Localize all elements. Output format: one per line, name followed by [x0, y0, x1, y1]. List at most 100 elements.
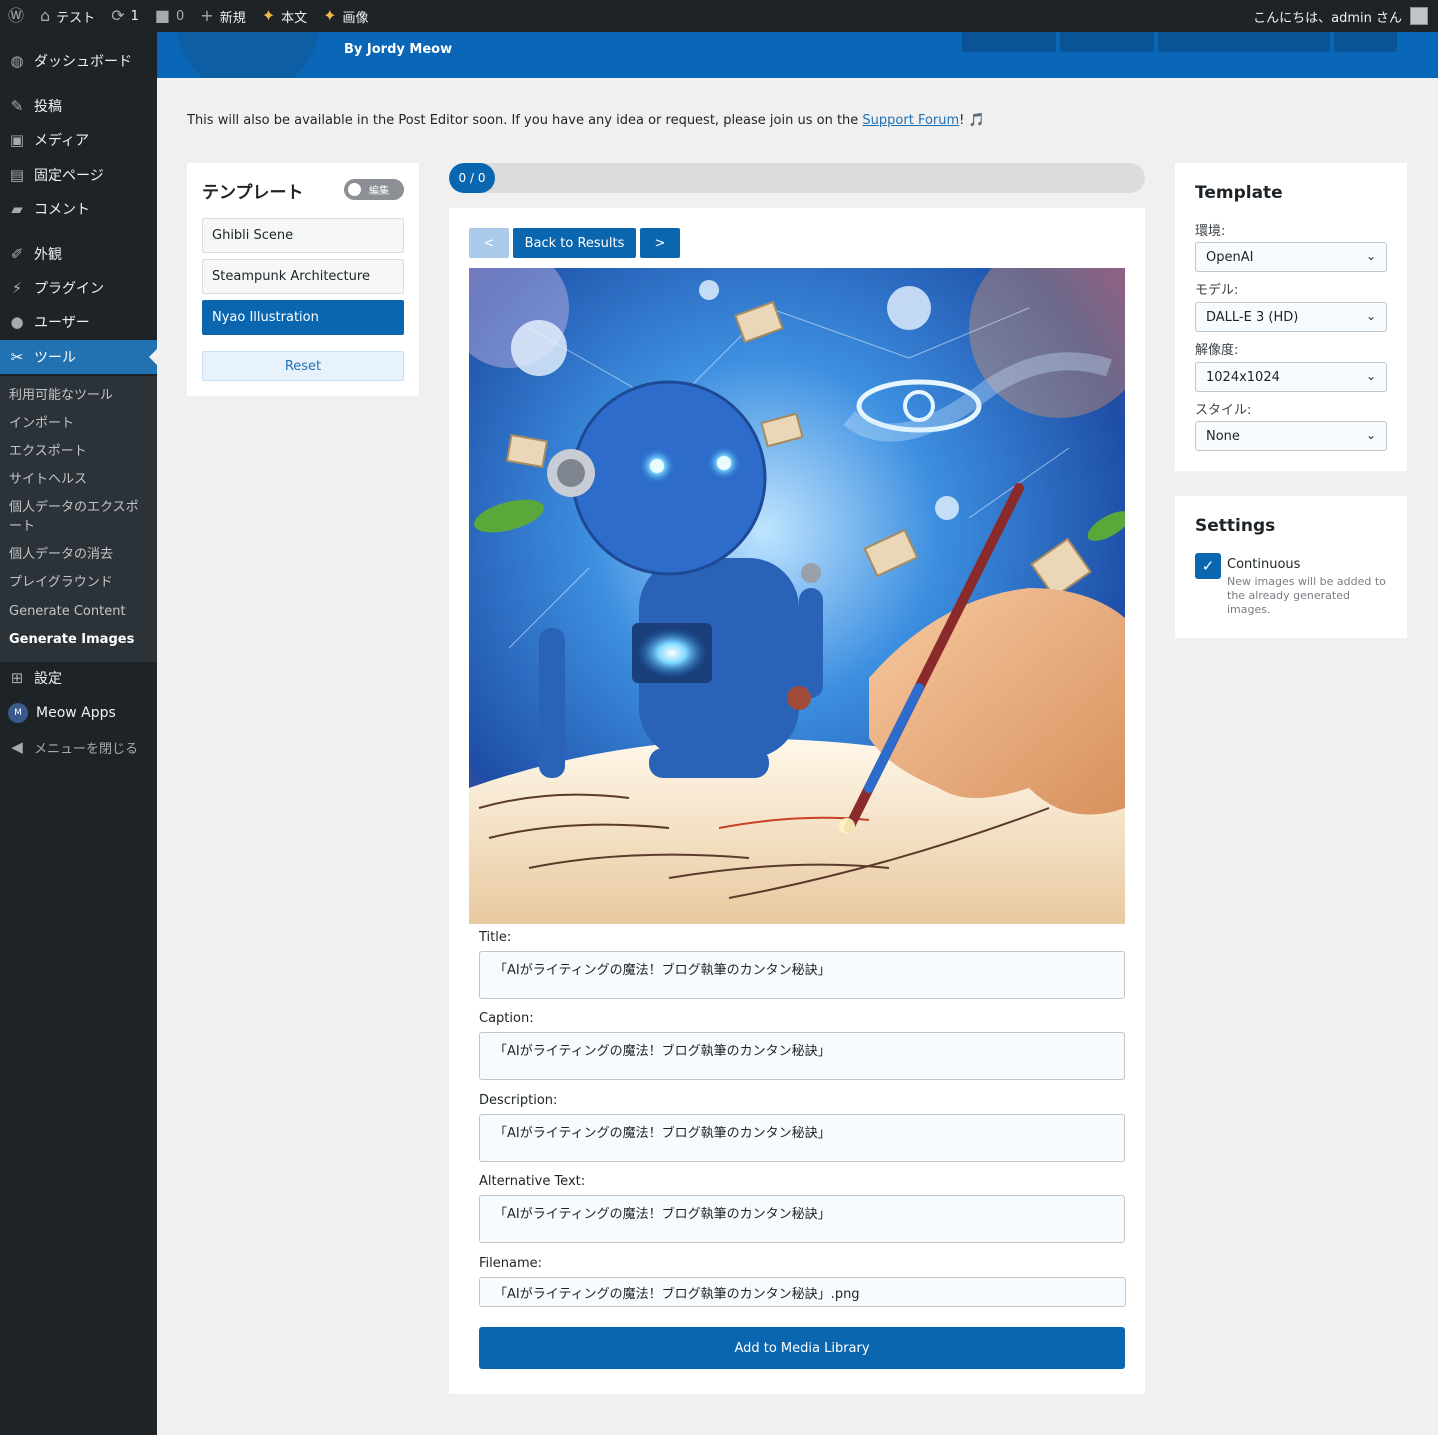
support-forum-link[interactable]: Support Forum [862, 113, 959, 128]
menu-label: 投稿 [34, 99, 62, 115]
edit-toggle[interactable]: 編集 [344, 179, 404, 200]
menu-comments[interactable]: ▰ コメント [0, 192, 157, 226]
menu-label: メディア [34, 133, 90, 149]
generated-image-illustration [469, 268, 1125, 924]
submenu-site-health[interactable]: サイトヘルス [9, 470, 149, 489]
settings-icon: ⊞ [10, 669, 24, 687]
submenu-erase-personal-data[interactable]: 個人データの消去 [9, 545, 149, 564]
user-icon: ● [10, 313, 24, 331]
menu-label: プラグイン [34, 281, 104, 297]
menu-collapse[interactable]: ◀ メニューを閉じる [0, 730, 157, 764]
media-icon: ▣ [9, 131, 25, 149]
menu-label: ダッシュボード [34, 54, 132, 70]
avatar [1410, 7, 1428, 25]
resolution-value: 1024x1024 [1206, 369, 1280, 385]
new-content-link[interactable]: + 新規 [192, 0, 253, 32]
title-field[interactable]: 「AIがライティングの魔法！ブログ執筆のカンタン秘訣」 [479, 951, 1125, 999]
continuous-description: New images will be added to the already … [1227, 575, 1386, 616]
menu-plugins[interactable]: ⚡ プラグイン [0, 271, 157, 305]
site-name: テスト [56, 10, 96, 26]
submenu-generate-images[interactable]: Generate Images [9, 630, 149, 649]
env-value: OpenAI [1206, 249, 1254, 265]
greeting: こんにちは、admin さん [1253, 10, 1402, 26]
description-field[interactable]: 「AIがライティングの魔法！ブログ執筆のカンタン秘訣」 [479, 1114, 1125, 1162]
env-label: 環境: [1195, 224, 1226, 239]
prev-button[interactable]: < [469, 228, 509, 258]
ai-images-link[interactable]: ✦ 画像 [315, 0, 376, 32]
menu-label: 外観 [34, 247, 62, 263]
add-to-media-library-button[interactable]: Add to Media Library [479, 1327, 1125, 1369]
reset-button[interactable]: Reset [202, 351, 404, 381]
wordpress-icon: Ⓦ [8, 6, 25, 25]
notice-suffix: ! 🎵 [959, 113, 985, 128]
plugin-logo [177, 32, 319, 78]
ai-content-link[interactable]: ✦ 本文 [254, 0, 315, 32]
submenu-import[interactable]: インポート [9, 414, 149, 433]
brush-icon: ✐ [10, 245, 24, 263]
notice: This will also be available in the Post … [187, 113, 985, 128]
menu-meow-apps[interactable]: M Meow Apps [0, 696, 157, 730]
template-item-selected[interactable]: Nyao Illustration [202, 300, 404, 335]
meow-apps-icon: M [8, 703, 28, 723]
comments-link[interactable]: ■ 0 [147, 0, 192, 32]
header-button[interactable] [1060, 32, 1154, 52]
my-account[interactable]: こんにちは、admin さん [1253, 0, 1428, 32]
magic-wand-icon: ✦ [323, 6, 337, 25]
submenu-generate-content[interactable]: Generate Content [9, 602, 149, 621]
collapse-icon: ◀ [11, 738, 23, 756]
header-button[interactable] [1158, 32, 1330, 52]
new-label: 新規 [219, 10, 246, 26]
resolution-select[interactable]: 1024x1024 ⌄ [1195, 362, 1387, 392]
style-select[interactable]: None ⌄ [1195, 421, 1387, 451]
page-icon: ▤ [9, 166, 25, 184]
updates-link[interactable]: ⟳ 1 [103, 0, 147, 32]
model-label: モデル: [1195, 283, 1239, 298]
description-label: Description: [479, 1093, 558, 1108]
header-button[interactable] [962, 32, 1056, 52]
site-name-link[interactable]: ⌂ テスト [32, 0, 103, 32]
continuous-label: Continuous [1227, 557, 1301, 572]
alt-text-field[interactable]: 「AIがライティングの魔法！ブログ執筆のカンタン秘訣」 [479, 1195, 1125, 1243]
comment-bubble-icon: ■ [154, 6, 170, 25]
dashboard-icon: ◍ [10, 52, 24, 70]
menu-appearance[interactable]: ✐ 外観 [0, 237, 157, 271]
header-close-button[interactable] [1334, 32, 1397, 52]
env-select[interactable]: OpenAI ⌄ [1195, 242, 1387, 272]
templates-title: テンプレート [202, 183, 304, 203]
menu-posts[interactable]: ✎ 投稿 [0, 89, 157, 123]
plugin-byline: By Jordy Meow [344, 42, 453, 57]
menu-settings[interactable]: ⊞ 設定 [0, 661, 157, 695]
template-item[interactable]: Ghibli Scene [202, 218, 404, 253]
submenu-export[interactable]: エクスポート [9, 442, 149, 461]
magic-wand-icon: ✦ [261, 6, 276, 25]
menu-pages[interactable]: ▤ 固定ページ [0, 158, 157, 192]
filename-label: Filename: [479, 1256, 543, 1271]
template-item[interactable]: Steampunk Architecture [202, 259, 404, 294]
toggle-label: 編集 [369, 186, 389, 197]
chevron-down-icon: ⌄ [1365, 428, 1376, 442]
model-select[interactable]: DALL-E 3 (HD) ⌄ [1195, 302, 1387, 332]
submenu-available-tools[interactable]: 利用可能なツール [9, 386, 149, 405]
admin-bar: Ⓦ ⌂ テスト ⟳ 1 ■ 0 + 新規 ✦ 本文 ✦ 画像 こんにちは、admin さん [0, 0, 1438, 32]
menu-label: ツール [34, 350, 76, 366]
menu-media[interactable]: ▣ メディア [0, 123, 157, 157]
menu-tools[interactable]: ✂ ツール [0, 340, 157, 374]
alt-text-label: Alternative Text: [479, 1174, 586, 1189]
chevron-down-icon: ⌄ [1365, 369, 1376, 383]
toggle-knob [348, 183, 361, 196]
next-button[interactable]: > [640, 228, 680, 258]
back-to-results-button[interactable]: Back to Results [513, 228, 636, 258]
title-label: Title: [479, 930, 512, 945]
caption-field[interactable]: 「AIがライティングの魔法！ブログ執筆のカンタン秘訣」 [479, 1032, 1125, 1080]
wordpress-logo[interactable]: Ⓦ [0, 0, 32, 32]
style-value: None [1206, 428, 1240, 444]
plugin-header: By Jordy Meow [157, 32, 1438, 78]
menu-dashboard[interactable]: ◍ ダッシュボード [0, 44, 157, 78]
filename-field[interactable] [479, 1277, 1126, 1307]
content-label: 本文 [281, 10, 308, 26]
admin-sidebar: ◍ ダッシュボード ✎ 投稿 ▣ メディア ▤ 固定ページ ▰ コメント ✐ 外観 ⚡ プラグ… [0, 32, 157, 1435]
submenu-export-personal-data[interactable]: 個人データのエクスポート [9, 498, 149, 536]
continuous-checkbox[interactable]: ✓ [1195, 553, 1221, 579]
menu-users[interactable]: ● ユーザー [0, 305, 157, 339]
submenu-playground[interactable]: プレイグラウンド [9, 573, 149, 592]
